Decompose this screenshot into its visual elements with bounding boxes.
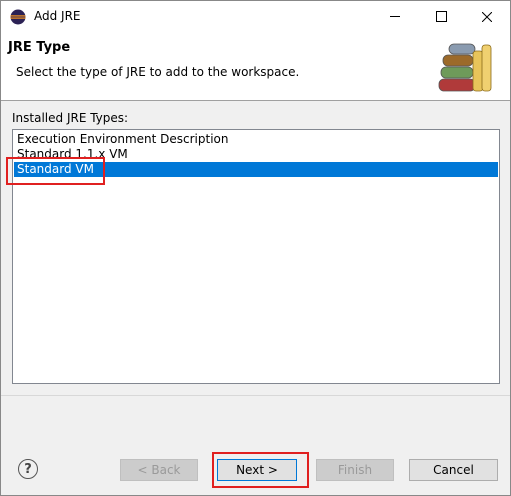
annotation-highlight-standard-vm — [6, 157, 105, 185]
close-icon — [482, 11, 492, 22]
add-jre-dialog: Add JRE JRE Type Select the type of JRE … — [0, 0, 511, 496]
page-description: Select the type of JRE to add to the wor… — [16, 65, 300, 79]
help-icon[interactable]: ? — [18, 459, 38, 479]
page-title: JRE Type — [8, 40, 71, 55]
back-button[interactable]: < Back — [120, 459, 198, 481]
finish-button[interactable]: Finish — [316, 459, 394, 481]
annotation-highlight-next — [212, 452, 309, 488]
maximize-icon — [435, 11, 447, 22]
books-icon — [438, 43, 492, 92]
title-bar[interactable]: Add JRE — [1, 1, 510, 32]
footer-divider — [1, 395, 510, 396]
installed-jre-types-label: Installed JRE Types: — [12, 111, 129, 125]
maximize-button[interactable] — [418, 1, 464, 32]
close-button[interactable] — [464, 1, 510, 32]
window-title: Add JRE — [34, 9, 81, 23]
minimize-button[interactable] — [372, 1, 418, 32]
eclipse-icon — [10, 9, 26, 25]
cancel-button[interactable]: Cancel — [409, 459, 498, 481]
wizard-header: JRE Type Select the type of JRE to add t… — [1, 32, 510, 101]
minimize-icon — [390, 16, 400, 17]
list-item[interactable]: Execution Environment Description — [14, 132, 498, 147]
